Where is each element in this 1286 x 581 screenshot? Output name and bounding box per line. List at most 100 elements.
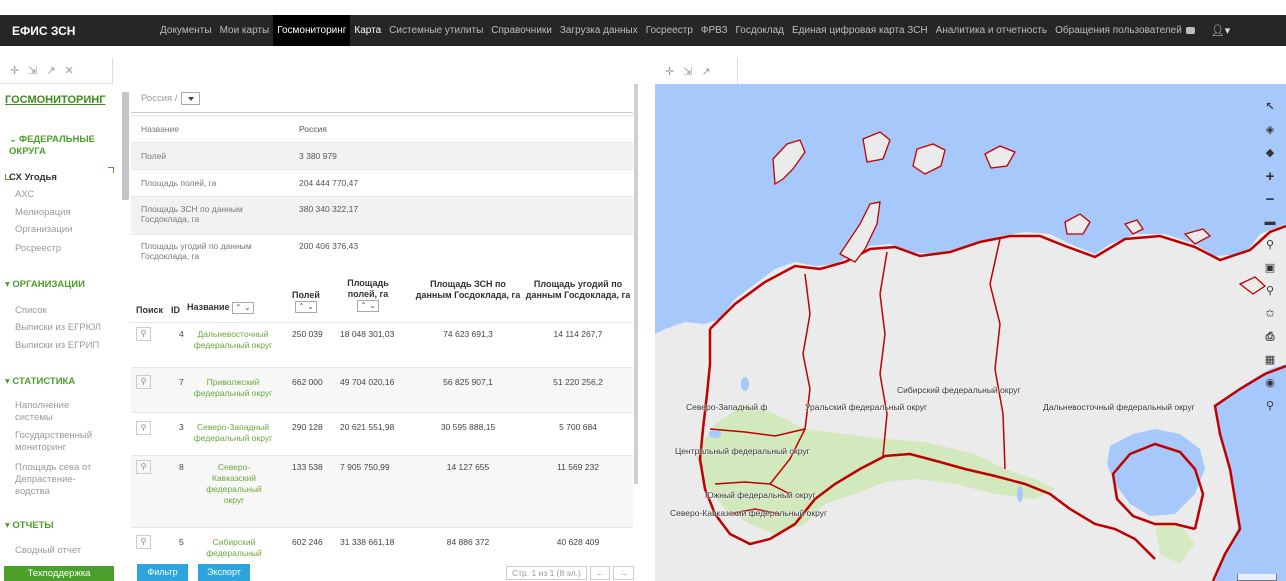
sort-icon[interactable]: ⌃ ⌄ bbox=[295, 301, 317, 313]
popout-icon[interactable]: ↗ bbox=[46, 64, 55, 77]
table-scrollbar[interactable] bbox=[634, 84, 638, 484]
sidebar-item-sowing-area[interactable]: Площадь сева от Депрастение-водства bbox=[0, 462, 100, 498]
sidebar-item-melioration[interactable]: Мелиорация bbox=[0, 207, 71, 219]
nav-item-frvz[interactable]: ФРВЗ bbox=[697, 15, 732, 46]
breadcrumb-separator: / bbox=[174, 92, 178, 104]
location-pin-icon[interactable]: ⚲ bbox=[136, 327, 151, 341]
map-move-icon[interactable]: ✛ bbox=[665, 65, 674, 78]
zoom-out-icon[interactable]: − bbox=[1259, 188, 1281, 211]
sort-icon[interactable]: ⌃ ⌄ bbox=[357, 300, 379, 312]
map-label-siberian: Сибирский федеральный округ bbox=[897, 385, 1021, 395]
map-expand-icon[interactable]: ⇲ bbox=[683, 65, 692, 78]
cell-name[interactable]: Северо-Кавказский федеральный округ bbox=[203, 462, 265, 506]
sidebar-section-reports[interactable]: ▾ ОТЧЕТЫ bbox=[0, 520, 54, 531]
building-icon[interactable]: ▦ bbox=[1259, 349, 1281, 372]
cell-ugod: 40 628 409 bbox=[556, 537, 600, 547]
layers-icon[interactable]: ◈ bbox=[1259, 119, 1281, 142]
cell-name[interactable]: Сибирский федеральный bbox=[203, 537, 265, 559]
nav-item-gosdoklad[interactable]: Госдоклад bbox=[732, 15, 788, 46]
cell-name[interactable]: Приволжский федеральный округ bbox=[193, 377, 273, 399]
layer-stack-icon[interactable]: ◆ bbox=[1259, 142, 1281, 165]
sidebar-item-summary-report[interactable]: Сводный отчет bbox=[0, 545, 81, 557]
cell-id: 5 bbox=[179, 537, 184, 547]
sidebar-item-egrip[interactable]: Выписки из ЕГРИП bbox=[0, 340, 99, 352]
table-row[interactable]: ⚲ 3 Северо-Западный федеральный округ 29… bbox=[131, 412, 633, 455]
column-header-name[interactable]: Название ⌃ ⌄ bbox=[187, 302, 254, 314]
location-pin-icon[interactable]: ⚲ bbox=[136, 421, 151, 435]
measure-area-icon[interactable]: ▣ bbox=[1259, 257, 1281, 280]
support-button[interactable]: Техподдержка bbox=[4, 566, 114, 581]
nav-item-system-utilities[interactable]: Системные утилиты bbox=[385, 15, 487, 46]
user-icon[interactable]: 👤︎▾ bbox=[1199, 24, 1231, 37]
location-marker-icon[interactable]: ◉ bbox=[1259, 372, 1281, 395]
cell-area: 20 621 551,98 bbox=[340, 422, 395, 432]
cell-zsn: 56 825 907,1 bbox=[443, 377, 493, 387]
table-row[interactable]: ⚲ 8 Северо-Кавказский федеральный округ … bbox=[131, 455, 633, 527]
close-icon[interactable]: ✕ bbox=[65, 64, 74, 77]
sidebar-item-sh-ugodya[interactable]: СХ Угодья bbox=[0, 172, 57, 184]
chat-icon bbox=[1185, 26, 1195, 34]
export-button[interactable]: Экспорт bbox=[198, 564, 250, 581]
nav-item-documents[interactable]: Документы bbox=[156, 15, 216, 46]
sidebar-title[interactable]: ГОСМОНИТОРИНГ bbox=[0, 84, 120, 106]
nav-item-data-upload[interactable]: Загрузка данных bbox=[556, 15, 642, 46]
scroll-thumb[interactable] bbox=[634, 84, 638, 484]
column-header-id: ID bbox=[171, 305, 180, 315]
location-pin-icon[interactable]: ⚲ bbox=[136, 535, 151, 549]
route-icon[interactable]: ✩ bbox=[1259, 303, 1281, 326]
breadcrumb-root[interactable]: Россия bbox=[141, 93, 172, 104]
expand-icon[interactable]: ⇲ bbox=[28, 64, 37, 77]
next-page-button[interactable]: → bbox=[613, 565, 634, 580]
brand-logo[interactable]: ЕФИС ЗСН bbox=[0, 24, 156, 38]
tab-divider bbox=[112, 58, 113, 84]
nav-item-gosmonitoring[interactable]: Госмониторинг bbox=[273, 15, 351, 46]
sidebar-section-federal-districts[interactable]: ⌄ ФЕДЕРАЛЬНЫЕ ОКРУГА bbox=[0, 134, 100, 158]
nav-item-my-maps[interactable]: Мои карты bbox=[216, 15, 274, 46]
location-pin-icon[interactable]: ⚲ bbox=[136, 460, 151, 474]
map-scale-bar bbox=[1237, 574, 1277, 581]
nav-item-analytics[interactable]: Аналитика и отчетность bbox=[932, 15, 1051, 46]
nav-item-gosreestr[interactable]: Госреестр bbox=[642, 15, 697, 46]
sidebar-item-list[interactable]: Список bbox=[0, 305, 47, 317]
select-cursor-icon[interactable]: ↖ bbox=[1259, 96, 1281, 119]
sidebar-section-organizations[interactable]: ▾ ОРГАНИЗАЦИИ bbox=[0, 279, 85, 290]
map-view[interactable]: Сибирский федеральный округ Северо-Запад… bbox=[655, 84, 1286, 581]
nav-item-unified-map[interactable]: Единая цифровая карта ЗСН bbox=[788, 15, 932, 46]
sidebar-scrollbar[interactable] bbox=[122, 92, 129, 200]
table-row[interactable]: ⚲ 5 Сибирский федеральный 602 246 31 338… bbox=[131, 527, 633, 564]
info-key: Площадь ЗСН по данным Госдоклада, га bbox=[141, 204, 243, 224]
column-header-area[interactable]: Площадь полей, га ⌃ ⌄ bbox=[337, 278, 399, 312]
sidebar-item-gov-monitoring[interactable]: Государственный мониторинг bbox=[0, 430, 100, 454]
sidebar-item-ahs[interactable]: АХС bbox=[0, 189, 34, 201]
nav-item-map[interactable]: Карта bbox=[350, 15, 385, 46]
sidebar-item-organizations[interactable]: Организации bbox=[0, 224, 72, 236]
map-popout-icon[interactable]: ↗ bbox=[701, 65, 710, 78]
nav-item-user-requests[interactable]: Обращения пользователей bbox=[1051, 15, 1199, 46]
breadcrumb-dropdown[interactable] bbox=[181, 91, 201, 105]
filter-button[interactable]: Фильтр bbox=[137, 564, 188, 581]
table-row[interactable]: ⚲ 7 Приволжский федеральный округ 662 00… bbox=[131, 367, 633, 412]
sidebar-section-statistics[interactable]: ▾ СТАТИСТИКА bbox=[0, 376, 75, 387]
info-value: 204 444 770,47 bbox=[299, 178, 359, 188]
location-pin-icon[interactable]: ⚲ bbox=[136, 375, 151, 389]
print-icon[interactable]: ⎙ bbox=[1259, 326, 1281, 349]
ruler-icon[interactable]: ▬ bbox=[1259, 211, 1281, 234]
move-icon[interactable]: ✛ bbox=[10, 64, 19, 77]
table-row[interactable]: ⚲ 4 Дальневосточный федеральный округ 25… bbox=[131, 322, 633, 367]
pin-icon[interactable]: ⚲ bbox=[1259, 234, 1281, 257]
magnifier-icon[interactable]: ⚲ bbox=[1259, 280, 1281, 303]
info-value: 200 406 376,43 bbox=[299, 241, 359, 251]
prev-page-button[interactable]: ← bbox=[589, 565, 611, 580]
map-toolbar: ↖ ◈ ◆ + − ▬ ⚲ ▣ ⚲ ✩ ⎙ ▦ ◉ ⚲ bbox=[1259, 96, 1281, 418]
cell-name[interactable]: Северо-Западный федеральный округ bbox=[193, 422, 273, 444]
search-icon[interactable]: ⚲ bbox=[1259, 395, 1281, 418]
cell-name[interactable]: Дальневосточный федеральный округ bbox=[193, 329, 273, 351]
sort-icon[interactable]: ⌃ ⌄ bbox=[232, 302, 254, 314]
column-header-fields[interactable]: Полей ⌃ ⌄ bbox=[287, 290, 325, 313]
sidebar-item-system-fill[interactable]: Наполнение системы bbox=[0, 400, 95, 424]
sidebar-item-egrul[interactable]: Выписки из ЕГРЮЛ bbox=[0, 322, 101, 334]
zoom-in-icon[interactable]: + bbox=[1259, 165, 1281, 188]
nav-item-directories[interactable]: Справочники bbox=[487, 15, 556, 46]
sidebar-item-rosreestr[interactable]: Росреестр bbox=[0, 243, 61, 255]
cell-fields: 250 039 bbox=[292, 329, 323, 339]
